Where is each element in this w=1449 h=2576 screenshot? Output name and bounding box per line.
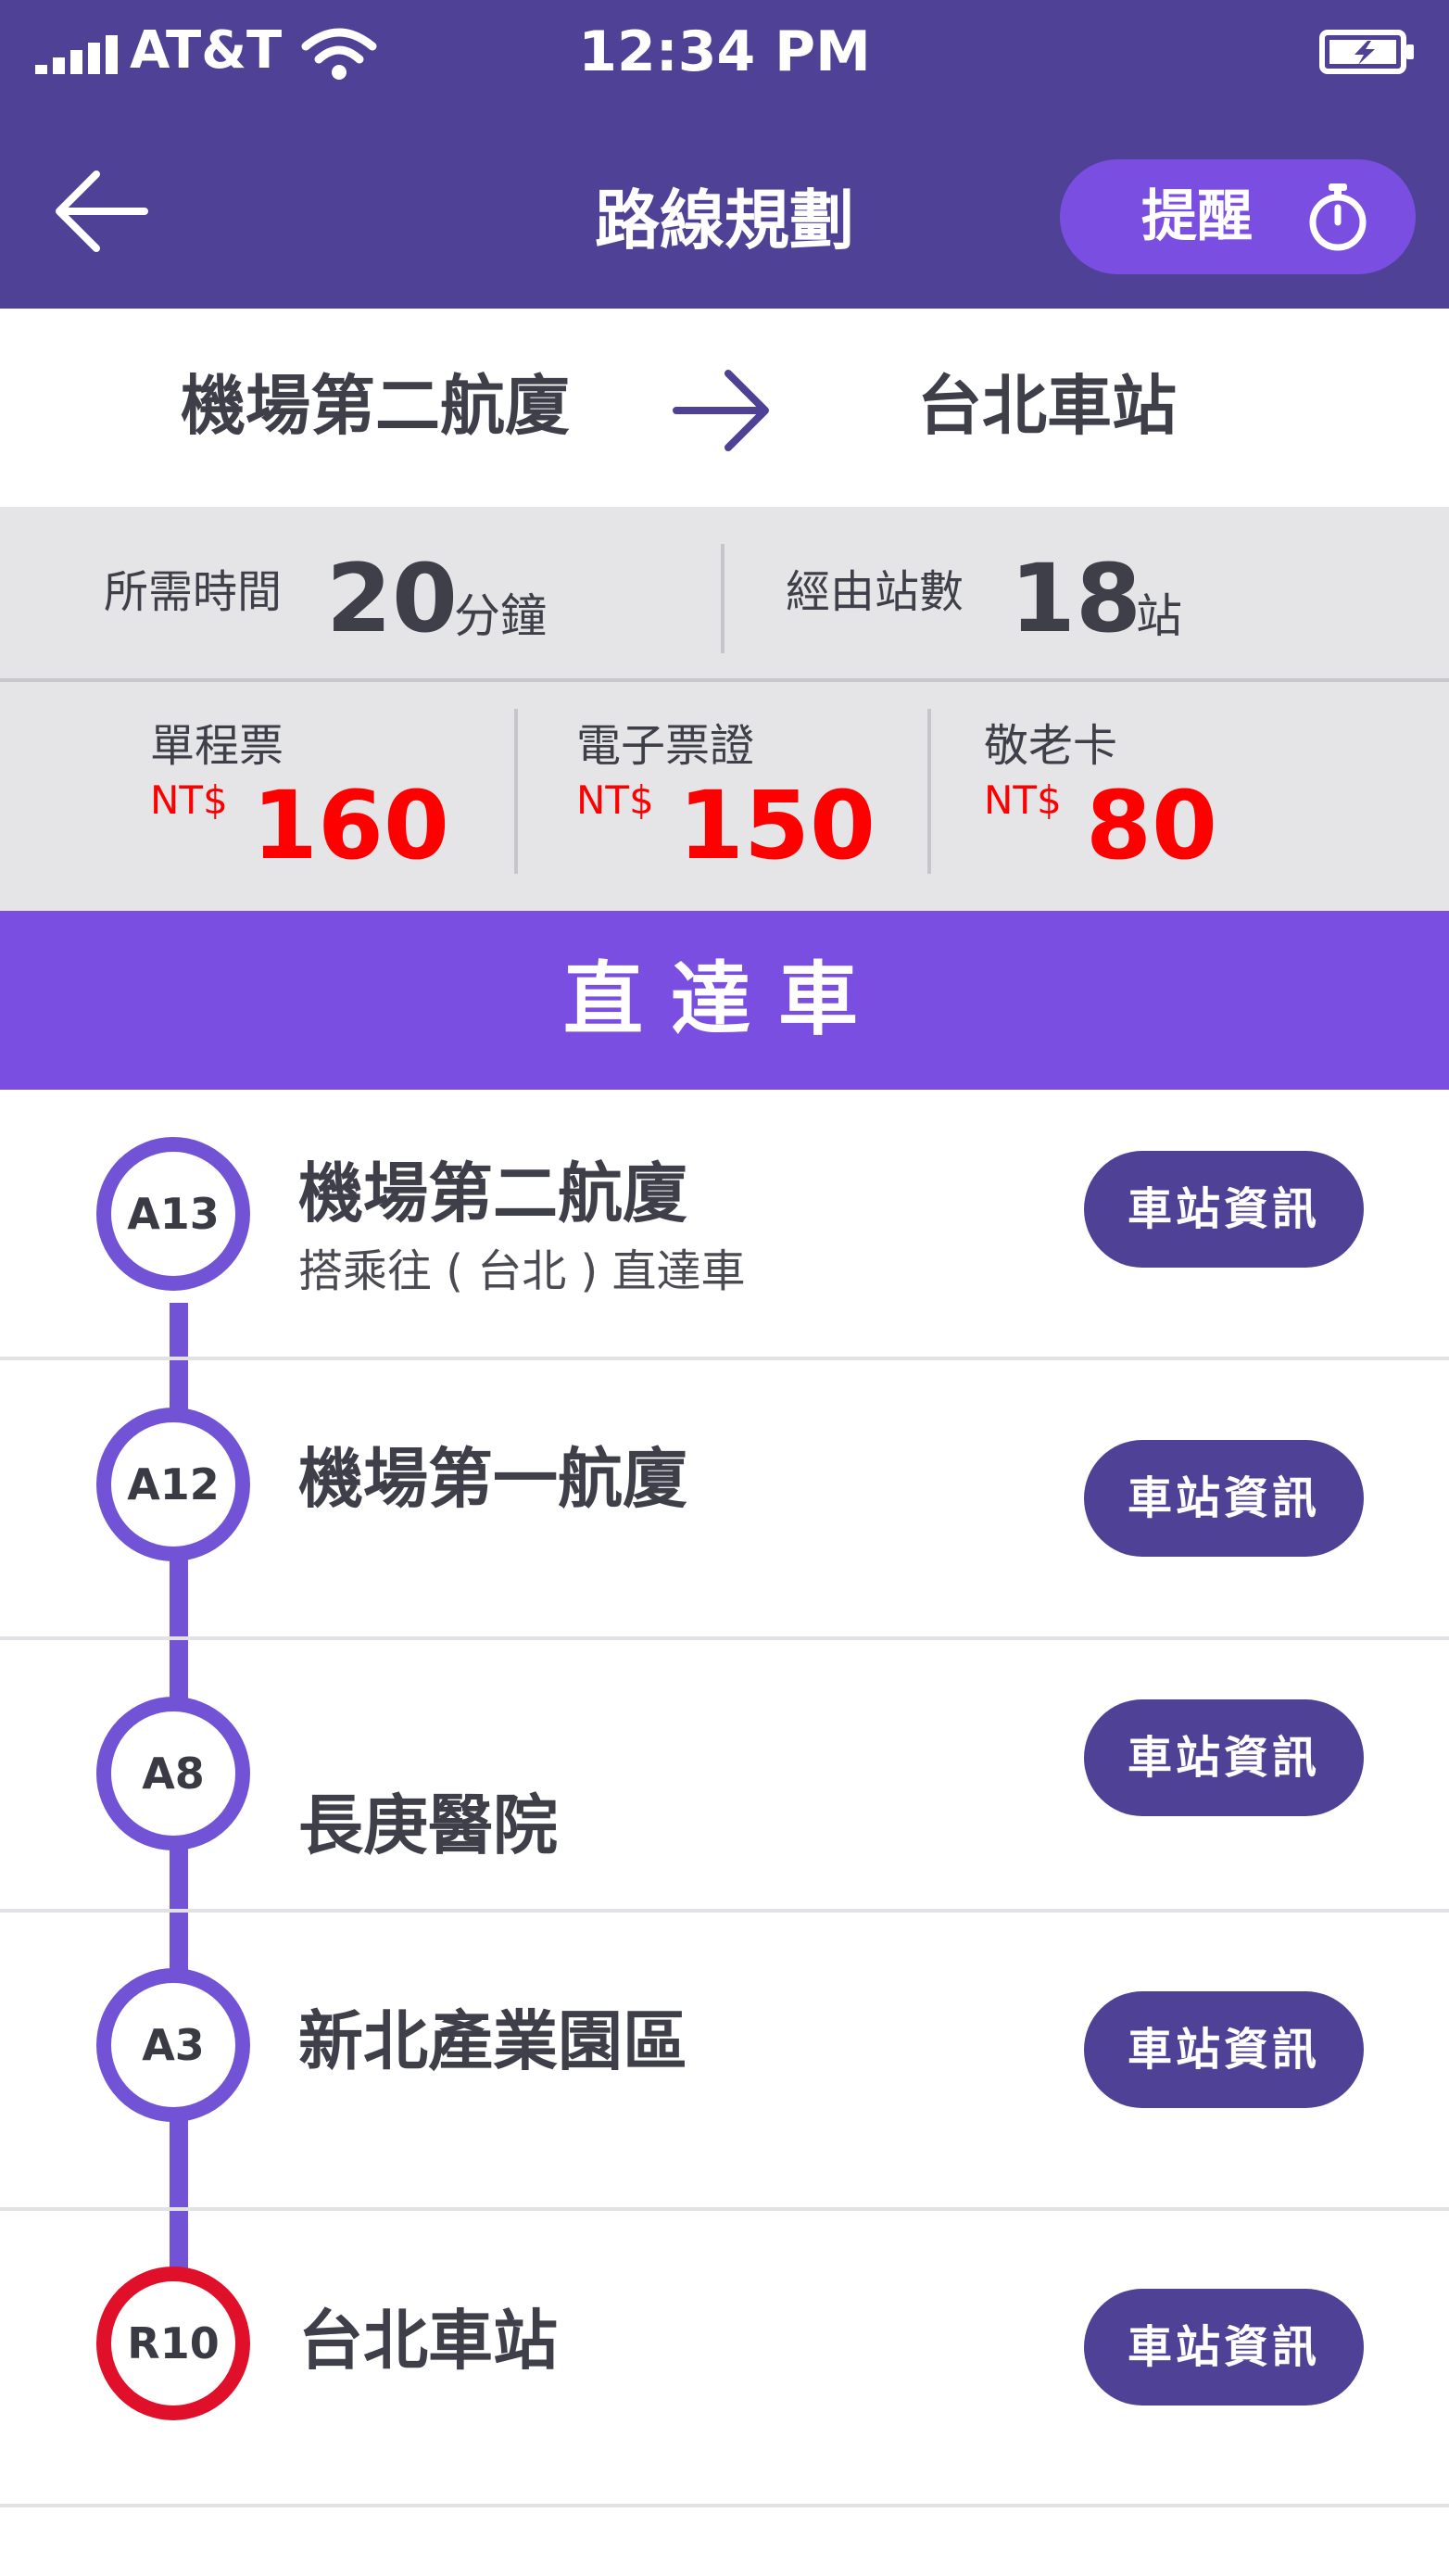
stops-value: 18 [1010,544,1141,654]
remind-button[interactable]: 提醒 [1060,159,1416,274]
station-info-button[interactable]: 車站資訊 [1084,1991,1364,2108]
station-info-button[interactable]: 車站資訊 [1084,1151,1364,1268]
time-value: 20 [326,544,458,654]
station-name: 長庚醫院 [298,1787,558,1863]
clock-time: 12:34 PM [578,19,871,84]
time-label: 所需時間 [104,566,283,618]
route-header: 機場第二航廈 台北車站 [0,309,1449,507]
station-row: A12 機場第一航廈 車站資訊 [0,1358,1449,1640]
stops-label: 經由站數 [786,566,964,618]
divider [0,678,1449,682]
station-info-button[interactable]: 車站資訊 [1084,1699,1364,1816]
station-code-badge: A8 [96,1697,250,1850]
station-code-badge: R10 [96,2267,250,2420]
origin-station: 機場第二航廈 [181,368,570,444]
station-row: R10 台北車站 車站資訊 [0,2209,1449,2507]
fare-currency: NT$ [984,777,1062,823]
time-unit: 分鐘 [454,589,547,643]
station-info-button[interactable]: 車站資訊 [1084,2289,1364,2406]
station-row: A8 長庚醫院 車站資訊 [0,1638,1449,1913]
remind-label: 提醒 [1141,184,1253,249]
divider [927,709,931,874]
station-row: A3 新北產業園區 車站資訊 [0,1911,1449,2211]
fare-label-single: 單程票 [150,720,284,772]
station-code-badge: A12 [96,1408,250,1561]
station-name: 機場第二航廈 [298,1155,687,1231]
fare-label-ecard: 電子票證 [576,720,755,772]
fare-label-senior: 敬老卡 [984,720,1118,772]
station-name: 台北車站 [298,2303,558,2379]
station-info-button[interactable]: 車站資訊 [1084,1440,1364,1557]
station-code-badge: A3 [96,1968,250,2122]
battery-charging-icon [1319,30,1414,74]
divider [0,2504,1449,2507]
top-bar: AT&T 12:34 PM 路線規劃 提醒 [0,0,1449,309]
stops-unit: 站 [1136,589,1182,643]
fare-currency: NT$ [576,777,654,823]
fare-currency: NT$ [150,777,228,823]
station-list: A13 機場第二航廈 搭乘往 ( 台北 ) 直達車 車站資訊 A12 機場第一航… [0,1090,1449,2576]
fare-value-single: 160 [252,771,449,881]
trip-summary: 所需時間 20 分鐘 經由站數 18 站 單程票 NT$ 160 電子票證 NT… [0,507,1449,911]
station-name: 機場第一航廈 [298,1441,687,1517]
fare-value-senior: 80 [1086,771,1217,881]
station-code-badge: A13 [96,1137,250,1291]
service-type-banner: 直達車 [0,911,1449,1090]
stopwatch-icon [1309,183,1367,251]
station-name: 新北產業園區 [298,2003,687,2079]
station-row: A13 機場第二航廈 搭乘往 ( 台北 ) 直達車 車站資訊 [0,1090,1449,1360]
destination-station: 台北車站 [917,368,1177,444]
divider [514,709,518,874]
station-subtitle: 搭乘往 ( 台北 ) 直達車 [298,1245,746,1297]
divider [721,544,724,653]
fare-value-ecard: 150 [678,771,876,881]
right-arrow-icon [673,370,769,451]
